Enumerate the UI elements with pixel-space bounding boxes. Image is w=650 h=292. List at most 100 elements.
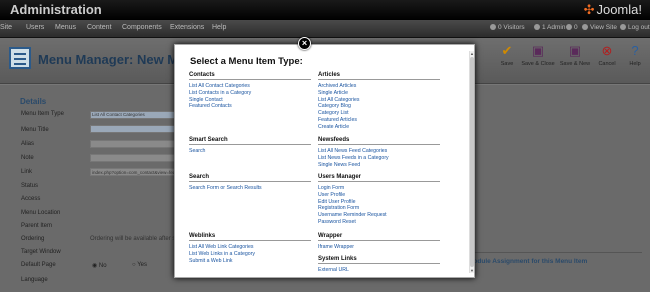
label-target-window: Target Window: [21, 249, 61, 255]
menu-help[interactable]: Help: [212, 24, 226, 31]
save-new-button[interactable]: ▣ Save & New: [558, 43, 592, 68]
group-search: Search Search Form or Search Results: [189, 174, 311, 192]
right-panel: [462, 130, 642, 245]
link-edit-user-profile[interactable]: Edit User Profile: [318, 199, 440, 206]
logout-link[interactable]: Log out: [620, 24, 650, 31]
link-single-news-feed[interactable]: Single News Feed: [318, 162, 440, 169]
link-login-form[interactable]: Login Form: [318, 185, 440, 192]
menu-site[interactable]: Site: [0, 24, 12, 31]
link-registration-form[interactable]: Registration Form: [318, 205, 440, 212]
label-link: Link: [21, 169, 33, 175]
group-title: Search: [189, 174, 311, 182]
visitors-status: 0 Visitors: [490, 24, 525, 31]
group-title: Contacts: [189, 72, 311, 80]
module-assignment-title: Module Assignment for this Menu Item: [468, 258, 588, 265]
messages-icon: [566, 24, 572, 30]
label-access: Access: [21, 196, 41, 202]
group-title: Smart Search: [189, 137, 311, 145]
group-title: Wrapper: [318, 233, 440, 241]
admin-title: Administration: [10, 2, 102, 17]
link-submit-web-link[interactable]: Submit a Web Link: [189, 258, 311, 265]
link-list-news-feed-categories[interactable]: List All News Feed Categories: [318, 148, 440, 155]
logout-icon: [620, 24, 626, 30]
save-close-icon: ▣: [531, 43, 545, 58]
admins-status: 1 Admin: [534, 24, 566, 31]
label-language: Language: [21, 277, 48, 283]
link-list-contacts-in-category[interactable]: List Contacts in a Category: [189, 90, 311, 97]
group-title: Weblinks: [189, 233, 311, 241]
group-articles: Articles Archived Articles Single Articl…: [318, 72, 440, 131]
modal-heading: Select a Menu Item Type:: [190, 56, 303, 67]
link-create-article[interactable]: Create Article: [318, 124, 440, 131]
save-new-icon: ▣: [568, 43, 582, 58]
link-list-all-contact-categories[interactable]: List All Contact Categories: [189, 83, 311, 90]
label-alias: Alias: [21, 141, 35, 147]
group-smart-search: Smart Search Search: [189, 137, 311, 155]
joomla-logo-text: Joomla!: [596, 2, 642, 17]
link-iframe-wrapper[interactable]: Iframe Wrapper: [318, 244, 440, 251]
default-page-no-radio[interactable]: ◉ No: [92, 262, 107, 269]
link-list-web-link-categories[interactable]: List All Web Link Categories: [189, 244, 311, 251]
right-panel-divider: [462, 252, 642, 253]
link-external-url[interactable]: External URL: [318, 267, 440, 274]
joomla-logo[interactable]: ✣ Joomla!: [584, 2, 642, 18]
joomla-mark-icon: ✣: [583, 2, 595, 17]
cancel-icon: ⊗: [601, 43, 613, 58]
link-category-list[interactable]: Category List: [318, 110, 440, 117]
messages-status[interactable]: 0: [566, 24, 578, 31]
link-featured-contacts[interactable]: Featured Contacts: [189, 103, 311, 110]
label-parent-item: Parent Item: [21, 223, 53, 229]
default-page-yes-radio[interactable]: ○ Yes: [132, 262, 147, 268]
link-username-reminder[interactable]: Username Reminder Request: [318, 212, 440, 219]
view-site-link[interactable]: View Site: [582, 24, 617, 31]
label-default-page: Default Page: [21, 262, 56, 268]
label-status: Status: [21, 183, 39, 189]
menu-item-type-modal: Select a Menu Item Type: ▲ ▼ Contacts Li…: [174, 44, 475, 278]
group-title: System Links: [318, 256, 440, 264]
link-list-all-categories[interactable]: List All Categories: [318, 97, 440, 104]
group-contacts: Contacts List All Contact Categories Lis…: [189, 72, 311, 110]
group-title: Articles: [318, 72, 440, 80]
menu-menus[interactable]: Menus: [55, 24, 76, 31]
help-button[interactable]: ? Help: [618, 43, 650, 68]
close-icon[interactable]: ×: [298, 37, 311, 50]
group-system-links: System Links External URL: [318, 256, 440, 274]
main-menubar: Site Users Menus Content Components Exte…: [0, 20, 650, 38]
view-site-icon: [582, 24, 588, 30]
group-newsfeeds: Newsfeeds List All News Feed Categories …: [318, 137, 440, 168]
link-smart-search[interactable]: Search: [189, 148, 311, 155]
help-icon: ?: [631, 43, 639, 58]
menu-item-type-value: List All Contact Categories: [92, 112, 145, 117]
label-menu-title: Menu Title: [21, 127, 49, 133]
group-wrapper: Wrapper Iframe Wrapper: [318, 233, 440, 251]
save-button[interactable]: ✔ Save: [490, 44, 524, 68]
save-close-button[interactable]: ▣ Save & Close: [521, 43, 555, 68]
link-search-form[interactable]: Search Form or Search Results: [189, 185, 311, 192]
link-user-profile[interactable]: User Profile: [318, 192, 440, 199]
scroll-down-icon[interactable]: ▼: [470, 268, 474, 273]
link-archived-articles[interactable]: Archived Articles: [318, 83, 440, 90]
group-users-manager: Users Manager Login Form User Profile Ed…: [318, 174, 440, 226]
menu-content[interactable]: Content: [87, 24, 112, 31]
link-single-article[interactable]: Single Article: [318, 90, 440, 97]
modal-scrollbar[interactable]: ▲ ▼: [469, 51, 474, 273]
scroll-up-icon[interactable]: ▲: [470, 51, 474, 56]
label-ordering: Ordering: [21, 236, 45, 242]
link-featured-articles[interactable]: Featured Articles: [318, 117, 440, 124]
visitors-icon: [490, 24, 496, 30]
admin-header: Administration ✣ Joomla!: [0, 0, 650, 20]
link-single-contact[interactable]: Single Contact: [189, 97, 311, 104]
group-weblinks: Weblinks List All Web Link Categories Li…: [189, 233, 311, 264]
details-heading: Details: [20, 97, 47, 106]
link-category-blog[interactable]: Category Blog: [318, 103, 440, 110]
group-title: Newsfeeds: [318, 137, 440, 145]
scroll-thumb[interactable]: [470, 57, 474, 267]
link-value: index.php?option=com_contact&view=featur…: [92, 170, 186, 175]
menu-users[interactable]: Users: [26, 24, 44, 31]
link-password-reset[interactable]: Password Reset: [318, 219, 440, 226]
link-list-web-links-in-category[interactable]: List Web Links in a Category: [189, 251, 311, 258]
menu-manager-icon: [9, 47, 31, 69]
menu-extensions[interactable]: Extensions: [170, 24, 204, 31]
menu-components[interactable]: Components: [122, 24, 162, 31]
link-list-news-feeds-in-category[interactable]: List News Feeds in a Category: [318, 155, 440, 162]
